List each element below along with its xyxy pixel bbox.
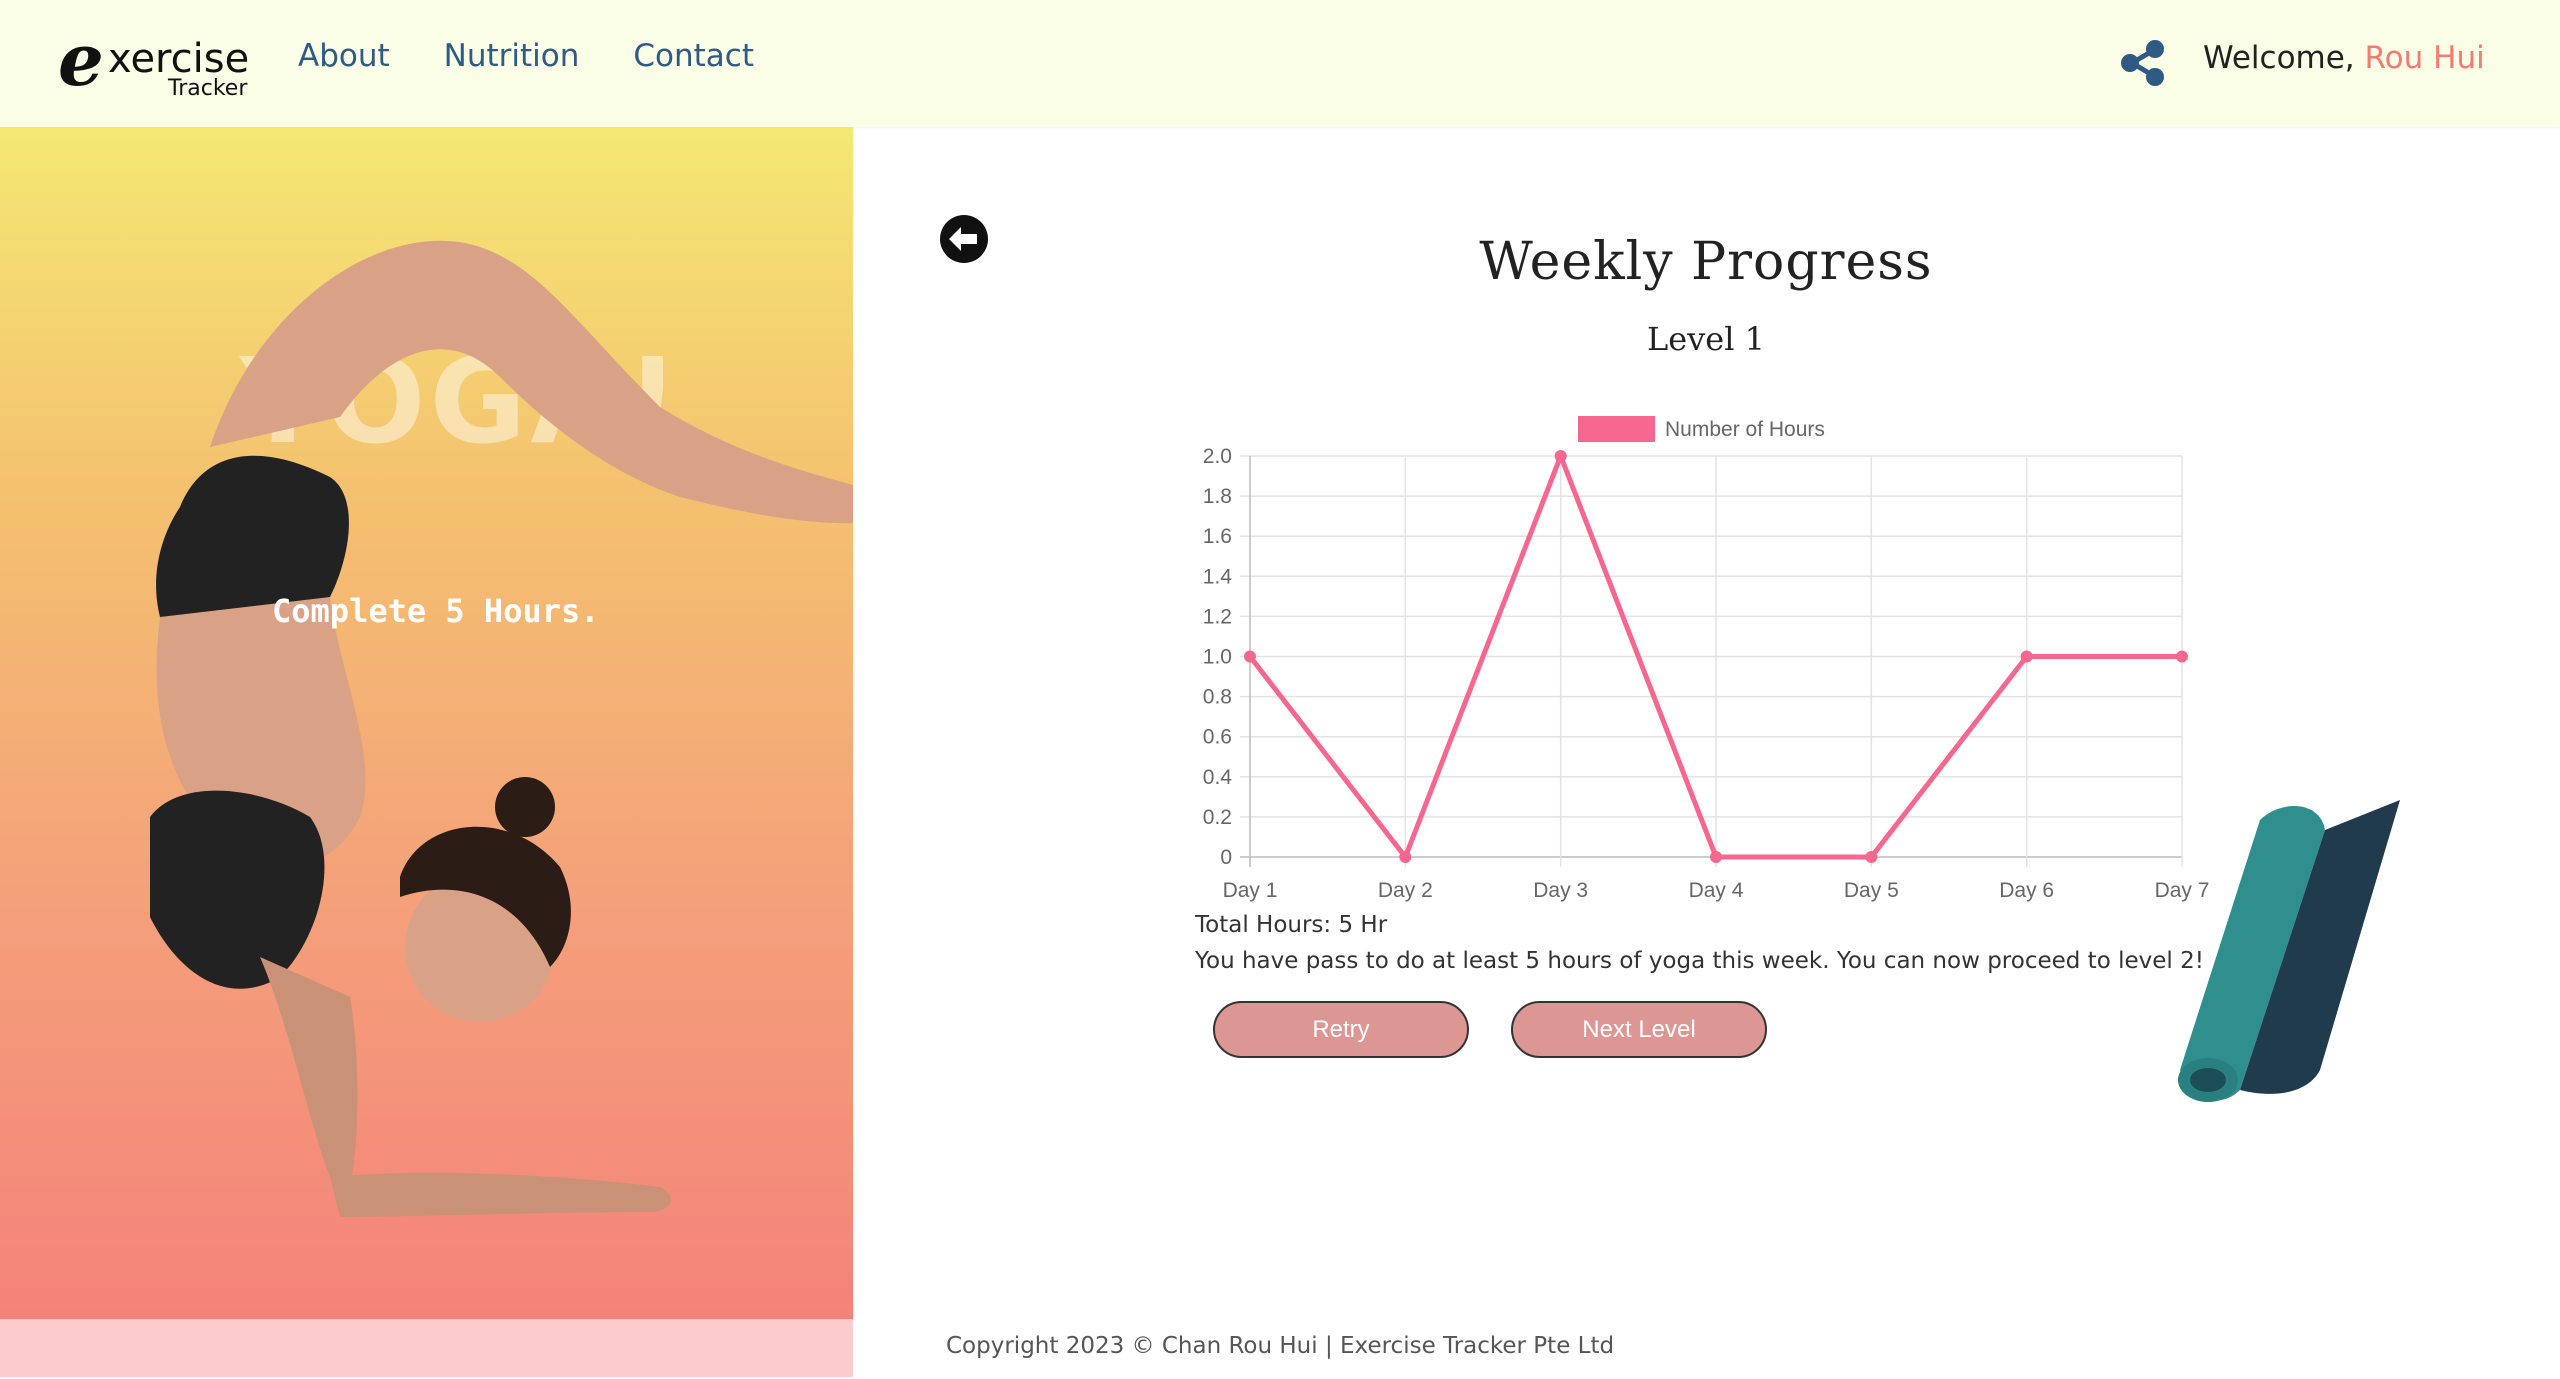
y-tick-label: 2.0 — [1203, 445, 1232, 468]
hero-caption: Complete 5 Hours. — [272, 592, 600, 630]
legend-swatch — [1578, 416, 1655, 442]
data-point — [1244, 650, 1256, 663]
next-level-button[interactable]: Next Level — [1511, 1001, 1767, 1058]
exercise-tracker-logo[interactable]: e xercise Tracker — [58, 24, 258, 106]
logo-subtitle: Tracker — [168, 76, 248, 101]
data-point — [2020, 650, 2033, 663]
data-point — [1865, 851, 1878, 863]
main-nav: About Nutrition Contact — [298, 38, 754, 74]
y-tick-label: 0.2 — [1203, 806, 1232, 829]
yoga-hero-panel: YOGA! Complete 5 Hours. — [0, 127, 853, 1319]
x-tick-label: Day 2 — [1378, 879, 1433, 902]
yoga-pose-image — [150, 240, 853, 1217]
level-subtitle: Level 1 — [1647, 320, 1765, 358]
data-point — [2176, 650, 2188, 663]
x-tick-label: Day 6 — [1999, 879, 2054, 902]
user-name[interactable]: Rou Hui — [2365, 40, 2485, 76]
y-tick-label: 0 — [1220, 846, 1232, 869]
back-arrow-icon[interactable] — [939, 214, 989, 264]
logo-letter: e — [58, 17, 104, 102]
y-tick-label: 0.4 — [1203, 766, 1233, 789]
nav-link-nutrition[interactable]: Nutrition — [444, 38, 580, 74]
y-tick-label: 1.8 — [1203, 485, 1232, 508]
nav-link-contact[interactable]: Contact — [633, 38, 754, 74]
y-tick-label: 1.2 — [1203, 605, 1232, 628]
total-hours-text: Total Hours: 5 Hr — [1195, 912, 1388, 938]
top-navbar: e xercise Tracker About Nutrition Contac… — [0, 0, 2560, 127]
retry-button[interactable]: Retry — [1213, 1001, 1469, 1058]
share-icon[interactable] — [2118, 38, 2168, 88]
progress-message: You have pass to do at least 5 hours of … — [1195, 948, 2204, 974]
welcome-label: Welcome, — [2203, 40, 2355, 76]
nav-link-about[interactable]: About — [298, 38, 390, 74]
hero-panel-footer — [0, 1319, 853, 1377]
legend-label: Number of Hours — [1665, 418, 1825, 441]
welcome-message: Welcome, Rou Hui — [2203, 40, 2485, 76]
data-point — [1710, 851, 1722, 863]
data-point — [1554, 450, 1567, 462]
yoga-mat-image — [2178, 800, 2400, 1102]
copyright-footer: Copyright 2023 © Chan Rou Hui | Exercise… — [946, 1333, 1615, 1359]
weekly-progress-chart: Number of Hours 0 0.2 0.4 0.6 0.8 1.0 1.2 1.4 1.6… — [1203, 416, 2209, 902]
x-tick-label: Day 4 — [1689, 879, 1744, 902]
y-tick-label: 1.4 — [1203, 565, 1233, 588]
y-tick-label: 1.0 — [1203, 646, 1232, 669]
y-tick-label: 0.6 — [1203, 726, 1232, 749]
x-tick-label: Day 3 — [1533, 879, 1588, 902]
data-point — [1399, 851, 1412, 863]
page-title: Weekly Progress — [1479, 232, 1933, 292]
y-tick-label: 0.8 — [1203, 686, 1232, 709]
x-tick-label: Day 1 — [1223, 879, 1278, 902]
y-tick-label: 1.6 — [1203, 525, 1232, 548]
x-tick-label: Day 5 — [1844, 879, 1899, 902]
